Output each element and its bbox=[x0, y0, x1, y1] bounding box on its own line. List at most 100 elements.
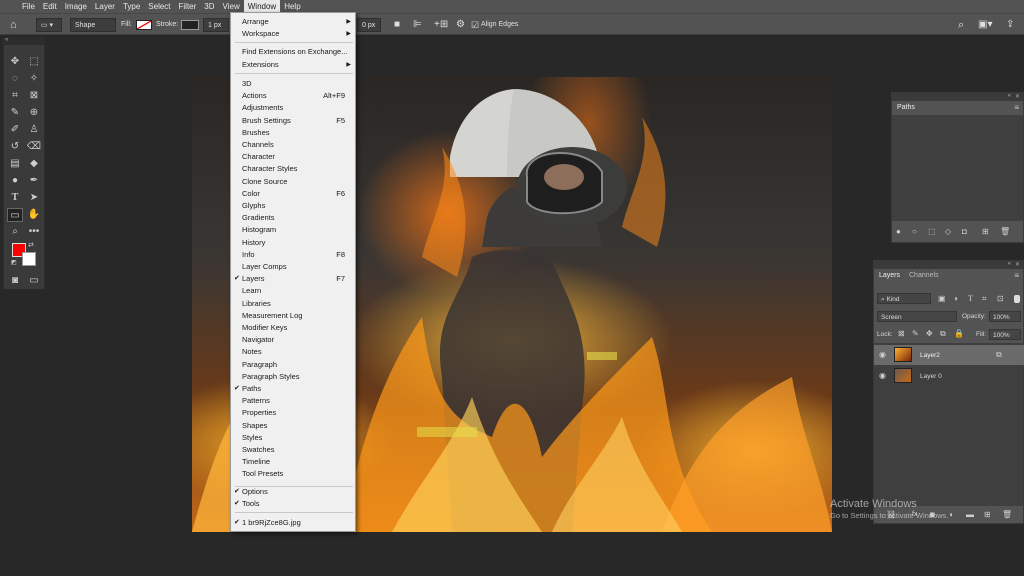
fill-field[interactable]: 100% bbox=[989, 329, 1021, 340]
lock-all-icon[interactable]: 🔒 bbox=[954, 329, 964, 339]
menu-item-3d[interactable]: 3D bbox=[231, 78, 355, 90]
new-group-icon[interactable]: ▬ bbox=[966, 510, 974, 520]
gear-icon[interactable]: ⚙ bbox=[456, 18, 465, 32]
move-tool-icon[interactable]: ✥ bbox=[7, 55, 23, 69]
panel-menu-icon[interactable]: ≡ bbox=[1014, 271, 1019, 280]
path-selection-tool-icon[interactable]: ➤ bbox=[26, 191, 42, 205]
workspace-icon[interactable]: ▣▾ bbox=[978, 18, 992, 32]
zoom-tool-icon[interactable]: ⌕ bbox=[7, 225, 23, 239]
lock-position-icon[interactable]: ✥ bbox=[926, 329, 933, 339]
menu-item-histogram[interactable]: Histogram bbox=[231, 224, 355, 236]
menu-item-measurement-log[interactable]: Measurement Log bbox=[231, 310, 355, 322]
more-tools-icon[interactable]: ••• bbox=[26, 225, 42, 239]
menu-item-layer-comps[interactable]: Layer Comps bbox=[231, 261, 355, 273]
swap-colors-icon[interactable]: ⇄ bbox=[28, 241, 34, 249]
path-operations-icon[interactable]: ■ bbox=[394, 18, 400, 32]
menu-item-channels[interactable]: Channels bbox=[231, 139, 355, 151]
menu-layer[interactable]: Layer bbox=[91, 0, 119, 13]
brush-tool-icon[interactable]: ✐ bbox=[7, 123, 23, 137]
new-adjustment-layer-icon[interactable]: ◑ bbox=[948, 510, 953, 520]
frame-tool-icon[interactable]: ⊠ bbox=[26, 89, 42, 103]
visibility-eye-icon[interactable]: ◉ bbox=[879, 371, 886, 381]
filter-shape-icon[interactable]: ⌗ bbox=[982, 294, 987, 304]
panel-close-icon[interactable]: ✕ bbox=[1015, 261, 1020, 268]
magic-wand-tool-icon[interactable]: ✧ bbox=[26, 72, 42, 86]
shape-mode-select[interactable]: Shape bbox=[70, 18, 116, 32]
stroke-width-field[interactable]: 1 px bbox=[203, 18, 229, 32]
menu-item-color[interactable]: Color F6 bbox=[231, 188, 355, 200]
menu-item-extensions[interactable]: Extensions ▶ bbox=[231, 59, 355, 71]
menu-item-notes[interactable]: Notes bbox=[231, 346, 355, 358]
filter-toggle[interactable] bbox=[1014, 295, 1020, 303]
filter-smart-object-icon[interactable]: ⊡ bbox=[997, 294, 1004, 304]
stroke-swatch[interactable] bbox=[181, 20, 199, 30]
panel-collapse-icon[interactable]: « bbox=[1008, 261, 1011, 267]
menu-item-character[interactable]: Character bbox=[231, 151, 355, 163]
menu-item-paths[interactable]: ✔ Paths bbox=[231, 383, 355, 395]
menu-item-glyphs[interactable]: Glyphs bbox=[231, 200, 355, 212]
fill-swatch[interactable] bbox=[136, 20, 152, 30]
history-brush-tool-icon[interactable]: ↺ bbox=[7, 140, 23, 154]
align-edges-checkbox[interactable]: ☑ bbox=[471, 18, 479, 32]
layer-name[interactable]: Layer 0 bbox=[920, 373, 942, 380]
type-tool-icon[interactable]: T bbox=[7, 191, 23, 205]
menu-item-timeline[interactable]: Timeline bbox=[231, 456, 355, 468]
menu-item-paragraph-styles[interactable]: Paragraph Styles bbox=[231, 371, 355, 383]
layer-row-layer0[interactable]: ◉ Layer 0 bbox=[874, 366, 1024, 386]
menu-item-brushes[interactable]: Brushes bbox=[231, 127, 355, 139]
blur-tool-icon[interactable]: ◆ bbox=[26, 157, 42, 171]
menu-file[interactable]: File bbox=[18, 0, 39, 13]
menu-item-clone-source[interactable]: Clone Source bbox=[231, 176, 355, 188]
menu-item-paragraph[interactable]: Paragraph bbox=[231, 359, 355, 371]
toolbar-collapse-icon[interactable]: « bbox=[3, 37, 45, 44]
menu-item-gradients[interactable]: Gradients bbox=[231, 212, 355, 224]
search-icon[interactable]: ⌕ bbox=[958, 18, 964, 32]
lasso-tool-icon[interactable]: ◌ bbox=[7, 72, 23, 86]
menu-item-workspace[interactable]: Workspace ▶ bbox=[231, 28, 355, 40]
menu-item-layers[interactable]: ✔ Layers F7 bbox=[231, 273, 355, 285]
panel-collapse-icon[interactable]: « bbox=[1008, 93, 1011, 99]
healing-brush-tool-icon[interactable]: ⊕ bbox=[26, 106, 42, 120]
menu-select[interactable]: Select bbox=[144, 0, 174, 13]
panel-menu-icon[interactable]: ≡ bbox=[1014, 103, 1019, 112]
make-work-path-icon[interactable]: ◇ bbox=[945, 227, 951, 237]
menu-item-adjustments[interactable]: Adjustments bbox=[231, 102, 355, 114]
quick-mask-icon[interactable]: ◙ bbox=[7, 274, 23, 288]
add-mask-icon[interactable]: ◘ bbox=[962, 227, 967, 237]
menu-item-tools[interactable]: ✔ Tools bbox=[231, 498, 355, 510]
menu-edit[interactable]: Edit bbox=[39, 0, 61, 13]
tab-paths[interactable]: Paths bbox=[892, 101, 920, 115]
menu-item-swatches[interactable]: Swatches bbox=[231, 444, 355, 456]
delete-path-icon[interactable]: 🗑 bbox=[1000, 227, 1010, 237]
default-colors-icon[interactable]: ◩ bbox=[11, 259, 17, 266]
blend-mode-select[interactable]: Screen bbox=[877, 311, 957, 322]
panel-close-icon[interactable]: ✕ bbox=[1015, 93, 1020, 100]
paths-list[interactable] bbox=[892, 115, 1023, 221]
menu-item-libraries[interactable]: Libraries bbox=[231, 298, 355, 310]
fill-path-icon[interactable]: ● bbox=[896, 227, 901, 237]
visibility-eye-icon[interactable]: ◉ bbox=[879, 350, 886, 360]
pen-tool-icon[interactable]: ✒ bbox=[26, 174, 42, 188]
filter-pixel-icon[interactable]: ▣ bbox=[938, 294, 946, 304]
menu-item-character-styles[interactable]: Character Styles bbox=[231, 163, 355, 175]
menu-item-tool-presets[interactable]: Tool Presets bbox=[231, 468, 355, 480]
rectangle-tool-icon[interactable]: ▭ bbox=[7, 208, 23, 222]
menu-item-patterns[interactable]: Patterns bbox=[231, 395, 355, 407]
photoshop-app-icon[interactable] bbox=[0, 0, 18, 13]
eraser-tool-icon[interactable]: ⌫ bbox=[26, 140, 42, 154]
menu-item-arrange[interactable]: Arrange ▶ bbox=[231, 16, 355, 28]
filter-type-icon[interactable]: T bbox=[968, 294, 973, 304]
menu-item-modifier-keys[interactable]: Modifier Keys bbox=[231, 322, 355, 334]
eyedropper-tool-icon[interactable]: ✎ bbox=[7, 106, 23, 120]
height-field[interactable]: 0 px bbox=[357, 18, 381, 32]
tab-channels[interactable]: Channels bbox=[904, 269, 944, 283]
load-selection-icon[interactable]: ⬚ bbox=[928, 227, 936, 237]
menu-item-info[interactable]: Info F8 bbox=[231, 249, 355, 261]
hand-tool-icon[interactable]: ✋ bbox=[26, 208, 42, 222]
clone-stamp-tool-icon[interactable]: ♙ bbox=[26, 123, 42, 137]
delete-layer-icon[interactable]: 🗑 bbox=[1002, 510, 1012, 520]
stroke-path-icon[interactable]: ○ bbox=[912, 227, 917, 237]
menu-item-navigator[interactable]: Navigator bbox=[231, 334, 355, 346]
background-color-swatch[interactable] bbox=[22, 252, 36, 266]
tool-preset-picker[interactable]: ▭ ▾ bbox=[36, 18, 62, 32]
